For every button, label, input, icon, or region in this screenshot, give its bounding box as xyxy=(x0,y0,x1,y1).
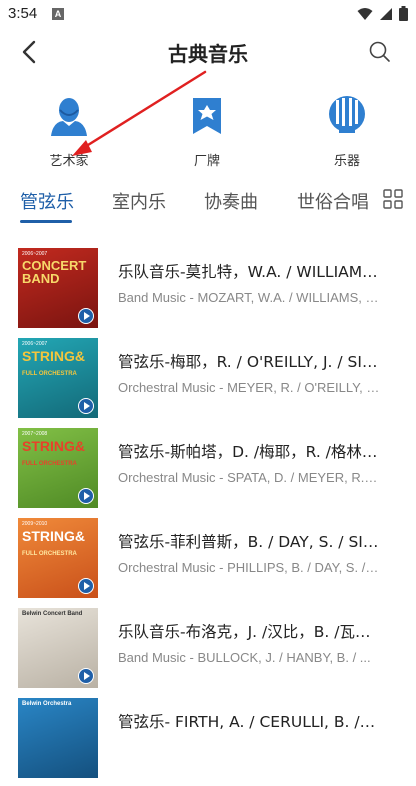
cover-year: Belwin Concert Band xyxy=(22,611,83,617)
item-title: 乐队音乐-布洛克，J. /汉比，B. /瓦尔特，... xyxy=(118,623,380,641)
cover-year: 2006~2007 xyxy=(22,251,48,257)
item-subtitle: Band Music - BULLOCK, J. / HANBY, B. / .… xyxy=(118,650,371,665)
item-info: 管弦乐-梅耶，R. / O'REILLY, J. / SIEBERT, ... … xyxy=(118,350,380,395)
page-title: 古典音乐 xyxy=(168,42,248,66)
cover-year: 2009~2010 xyxy=(22,521,48,527)
item-subtitle: Orchestral Music - PHILLIPS, B. / DAY, S… xyxy=(118,560,380,575)
label-badge-icon xyxy=(193,98,221,134)
play-icon[interactable] xyxy=(78,668,94,684)
album-cover: Belwin Orchestra xyxy=(18,698,98,778)
tab-bar: 管弦乐 室内乐 协奏曲 世俗合唱 xyxy=(0,184,416,224)
list-item[interactable]: 2006~2007 CONCERT BAND 乐队音乐-莫扎特，W.A. / W… xyxy=(0,246,416,336)
list-item[interactable]: 2006~2007 STRING& FULL ORCHESTRA 管弦乐-梅耶，… xyxy=(0,336,416,426)
cover-year: 2006~2007 xyxy=(22,341,48,347)
item-info: 乐队音乐-莫扎特，W.A. / WILLIAMS, J. / C... Band… xyxy=(118,260,380,305)
category-label-brand[interactable]: 厂牌 xyxy=(162,96,252,169)
album-cover: 2007~2008 STRING& FULL ORCHESTRA xyxy=(18,428,98,508)
search-icon xyxy=(369,41,390,62)
item-title: 管弦乐-菲利普斯，B. / DAY, S. / SIEBERT, ... xyxy=(118,533,380,551)
cover-subtitle: FULL ORCHESTRA xyxy=(22,371,77,377)
list-item[interactable]: 2007~2008 STRING& FULL ORCHESTRA 管弦乐-斯帕塔… xyxy=(0,426,416,516)
item-title: 管弦乐- FIRTH, A. / CERULLI, B. / P... xyxy=(118,713,380,731)
search-button[interactable] xyxy=(368,40,392,64)
play-icon[interactable] xyxy=(78,308,94,324)
wifi-icon xyxy=(357,7,373,20)
organ-pipes-icon xyxy=(329,96,365,133)
item-title: 管弦乐-斯帕塔，D. /梅耶，R. /格林伍德，... xyxy=(118,443,380,461)
category-label: 乐器 xyxy=(333,154,360,169)
item-title: 管弦乐-梅耶，R. / O'REILLY, J. / SIEBERT, ... xyxy=(118,353,380,371)
tab-secular-choral[interactable]: 世俗合唱 xyxy=(297,188,369,214)
cover-title: STRING& xyxy=(22,348,85,364)
status-time: 3:54 xyxy=(8,5,38,22)
album-cover: Belwin Concert Band xyxy=(18,608,98,688)
album-cover: 2006~2007 CONCERT BAND xyxy=(18,248,98,328)
status-bar: 3:54 A xyxy=(0,0,416,28)
album-list: 2006~2007 CONCERT BAND 乐队音乐-莫扎特，W.A. / W… xyxy=(0,246,416,786)
cover-subtitle: FULL ORCHESTRA xyxy=(22,461,77,467)
tab-concerto[interactable]: 协奏曲 xyxy=(204,188,258,214)
item-subtitle: Band Music - MOZART, W.A. / WILLIAMS, J.… xyxy=(118,290,380,305)
item-info: 管弦乐- FIRTH, A. / CERULLI, B. / P... xyxy=(118,710,380,740)
play-icon[interactable] xyxy=(78,488,94,504)
cover-subtitle: FULL ORCHESTRA xyxy=(22,551,77,557)
grid-icon xyxy=(383,189,403,209)
list-item[interactable]: Belwin Concert Band 乐队音乐-布洛克，J. /汉比，B. /… xyxy=(0,606,416,696)
battery-icon xyxy=(399,6,408,21)
signal-icon xyxy=(380,7,392,20)
list-item[interactable]: 2009~2010 STRING& FULL ORCHESTRA 管弦乐-菲利普… xyxy=(0,516,416,606)
active-tab-indicator xyxy=(20,220,72,223)
app-header: 古典音乐 xyxy=(0,28,416,78)
all-categories-button[interactable] xyxy=(382,188,404,210)
item-info: 乐队音乐-布洛克，J. /汉比，B. /瓦尔特，... Band Music -… xyxy=(118,620,380,665)
item-title: 乐队音乐-莫扎特，W.A. / WILLIAMS, J. / C... xyxy=(118,263,380,281)
category-artist[interactable]: 艺术家 xyxy=(24,96,114,169)
tab-orchestral[interactable]: 管弦乐 xyxy=(20,188,74,214)
item-subtitle: Orchestral Music - SPATA, D. / MEYER, R.… xyxy=(118,470,380,485)
notification-icon: A xyxy=(52,8,64,20)
album-cover: 2006~2007 STRING& FULL ORCHESTRA xyxy=(18,338,98,418)
cover-title: STRING& xyxy=(22,438,85,454)
cover-year: 2007~2008 xyxy=(22,431,48,437)
artist-icon xyxy=(51,98,87,136)
tab-chamber[interactable]: 室内乐 xyxy=(112,188,166,214)
item-info: 管弦乐-斯帕塔，D. /梅耶，R. /格林伍德，... Orchestral M… xyxy=(118,440,380,485)
play-icon[interactable] xyxy=(78,578,94,594)
cover-year: Belwin Orchestra xyxy=(22,701,72,707)
item-info: 管弦乐-菲利普斯，B. / DAY, S. / SIEBERT, ... Orc… xyxy=(118,530,380,575)
cover-title: STRING& xyxy=(22,528,85,544)
cover-title: CONCERT BAND xyxy=(22,258,87,286)
play-icon[interactable] xyxy=(78,398,94,414)
list-item[interactable]: Belwin Orchestra 管弦乐- FIRTH, A. / CERULL… xyxy=(0,696,416,786)
item-subtitle: Orchestral Music - MEYER, R. / O'REILLY,… xyxy=(118,380,380,395)
album-cover: 2009~2010 STRING& FULL ORCHESTRA xyxy=(18,518,98,598)
category-label: 厂牌 xyxy=(193,154,220,169)
category-label: 艺术家 xyxy=(49,154,89,169)
category-instrument[interactable]: 乐器 xyxy=(302,96,392,169)
category-row: 艺术家 厂牌 乐器 xyxy=(0,96,416,170)
system-icons xyxy=(357,6,408,21)
